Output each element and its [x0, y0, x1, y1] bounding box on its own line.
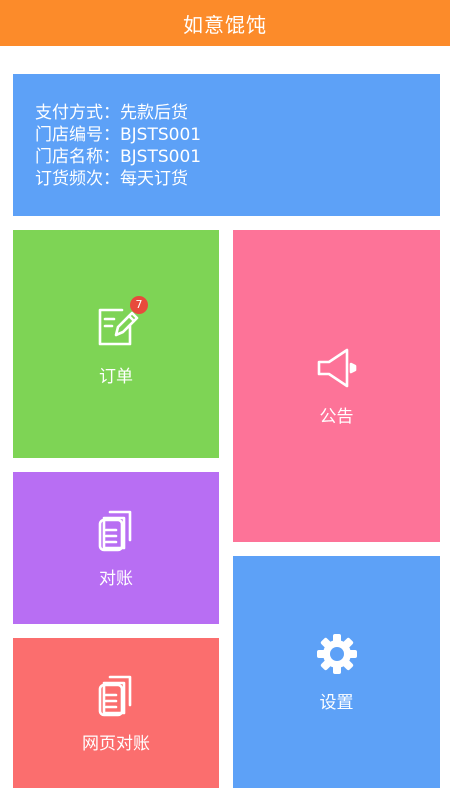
announcements-label: 公告: [319, 406, 354, 427]
payment-method-row: 支付方式：先款后货: [35, 103, 188, 123]
documents-icon: [96, 673, 136, 721]
store-number-row: 门店编号：BJSTS001: [35, 125, 202, 145]
order-count-badge: 7: [130, 295, 148, 314]
settings-label: 设置: [319, 692, 354, 713]
web-reconciliation-tile[interactable]: 网页对账: [13, 638, 219, 788]
edit-order-icon: 7: [92, 295, 148, 354]
gear-icon: [315, 632, 359, 680]
store-info-card: 支付方式：先款后货 门店编号：BJSTS001 门店名称：BJSTS001 订货…: [13, 74, 440, 216]
settings-tile[interactable]: 设置: [233, 556, 440, 788]
title-bar: 如意馄饨: [0, 0, 450, 46]
order-frequency-row: 订货频次：每天订货: [35, 169, 188, 189]
announcements-tile[interactable]: 公告: [233, 230, 440, 542]
speaker-icon: [315, 346, 359, 394]
orders-tile[interactable]: 7 订单: [13, 230, 219, 458]
web-reconciliation-label: 网页对账: [82, 733, 150, 754]
app-screen: 如意馄饨 支付方式：先款后货 门店编号：BJSTS001 门店名称：BJSTS0…: [0, 0, 450, 800]
store-name-row: 门店名称：BJSTS001: [35, 147, 202, 167]
reconciliation-label: 对账: [99, 568, 133, 589]
documents-icon: [96, 508, 136, 556]
reconciliation-tile[interactable]: 对账: [13, 472, 219, 624]
orders-label: 订单: [99, 366, 133, 387]
app-title: 如意馄饨: [183, 12, 267, 37]
